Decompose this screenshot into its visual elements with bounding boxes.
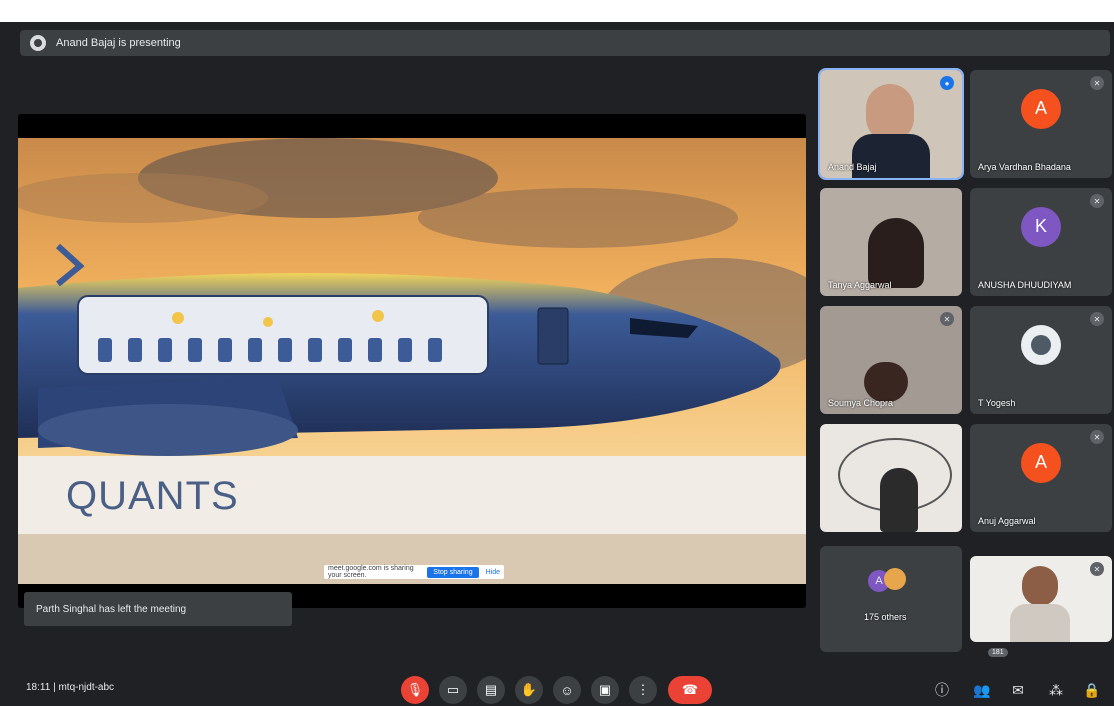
toast-text: Parth Singhal has left the meeting xyxy=(36,603,187,615)
participant-name: Soumya Chopra xyxy=(828,398,894,408)
participant-video xyxy=(864,362,908,402)
others-count: 175 others xyxy=(864,612,907,622)
present-button[interactable]: ▣ xyxy=(591,676,619,704)
captions-icon: ▤ xyxy=(484,682,498,697)
meeting-info: 18:11 | mtq-njdt-abc xyxy=(26,682,114,693)
stop-sharing-button[interactable]: Stop sharing xyxy=(427,566,479,578)
screen-share-bar: meet.google.com is sharing your screen. … xyxy=(324,565,504,579)
participant-tile[interactable]: Tanya Aggarwal xyxy=(820,188,962,296)
participant-video xyxy=(880,468,918,532)
avatar-photo xyxy=(1031,334,1051,355)
presenter-icon xyxy=(30,35,46,51)
participant-name: Arya Vardhan Bhadana xyxy=(978,162,1071,172)
participant-count-badge: 181 xyxy=(988,648,1008,657)
mic-off-icon: ✕ xyxy=(1090,562,1104,576)
participant-tile[interactable]: ✕ A Anuj Aggarwal xyxy=(970,424,1112,532)
presentation-slide: QUANTS xyxy=(18,138,806,584)
mic-off-icon: ✕ xyxy=(1090,76,1104,90)
meeting-time: 18:11 xyxy=(26,682,51,693)
present-icon: ▣ xyxy=(598,682,612,697)
lock-icon: 🔒 xyxy=(1083,681,1101,698)
avatar xyxy=(884,568,906,590)
mic-off-icon: ✕ xyxy=(940,312,954,326)
raise-hand-icon: ✋ xyxy=(520,682,538,697)
mic-off-icon: 🎙 xyxy=(406,682,424,697)
speaking-icon: ● xyxy=(940,76,954,90)
mic-off-icon: ✕ xyxy=(1090,312,1104,326)
captions-button[interactable]: ▤ xyxy=(477,676,505,704)
avatar xyxy=(1021,324,1061,365)
activities-icon: ⁂ xyxy=(1049,681,1063,698)
participant-tile[interactable]: ✕ K ANUSHA DHUUDIYAM xyxy=(970,188,1112,296)
activities-button[interactable]: ⁂ xyxy=(1046,680,1066,700)
presenting-text: Anand Bajaj is presenting xyxy=(56,37,181,49)
end-call-button[interactable]: ☎ xyxy=(668,676,712,704)
more-options-button[interactable]: ⋮ xyxy=(629,676,657,704)
mic-toggle-button[interactable]: 🎙 xyxy=(401,676,429,704)
raise-hand-button[interactable]: ✋ xyxy=(515,676,543,704)
meeting-code: mtq-njdt-abc xyxy=(58,682,115,693)
emoji-button[interactable]: ☺ xyxy=(553,676,581,704)
people-button[interactable]: 👥 xyxy=(972,680,992,700)
camera-icon: ▭ xyxy=(446,682,460,697)
end-call-icon: ☎ xyxy=(681,682,699,697)
bottom-control-bar: 18:11 | mtq-njdt-abc 🎙 ▭ ▤ ✋ ☺ ▣ ⋮ ☎ ⓘ 👥… xyxy=(0,652,1114,706)
participant-shirt xyxy=(1010,604,1070,642)
participant-tile[interactable]: ✕ A Arya Vardhan Bhadana xyxy=(970,70,1112,178)
info-icon: ⓘ xyxy=(935,682,949,698)
participant-tile[interactable]: ✕ T Yogesh xyxy=(970,306,1112,414)
mic-off-icon: ✕ xyxy=(1090,430,1104,444)
participant-video xyxy=(1022,566,1058,606)
avatar: A xyxy=(1021,88,1061,129)
participant-tile[interactable] xyxy=(820,424,962,532)
avatar: K xyxy=(1021,206,1061,247)
share-message: meet.google.com is sharing your screen. xyxy=(328,565,414,579)
emoji-icon: ☺ xyxy=(560,682,574,698)
participant-tile[interactable]: ● Anand Bajaj xyxy=(818,68,964,180)
chat-button[interactable]: ✉ xyxy=(1008,680,1028,700)
avatar: A xyxy=(1021,442,1061,483)
participant-name: ANUSHA DHUUDIYAM xyxy=(978,280,1072,290)
camera-toggle-button[interactable]: ▭ xyxy=(439,676,467,704)
participant-name: Anand Bajaj xyxy=(828,162,877,172)
participant-name: Anuj Aggarwal xyxy=(978,516,1036,526)
people-icon: 👥 xyxy=(973,681,991,698)
left-meeting-toast: Parth Singhal has left the meeting xyxy=(24,592,292,626)
participant-video xyxy=(868,218,924,288)
participant-name: T Yogesh xyxy=(978,398,1016,408)
more-icon: ⋮ xyxy=(636,682,650,697)
participant-tile[interactable]: ✕ Soumya Chopra xyxy=(820,306,962,414)
participant-name: Tanya Aggarwal xyxy=(828,280,892,290)
chat-icon: ✉ xyxy=(1012,681,1024,698)
slide-title: QUANTS xyxy=(66,474,239,518)
host-controls-button[interactable]: 🔒 xyxy=(1082,680,1102,700)
others-tile[interactable]: A 175 others xyxy=(820,546,962,652)
presentation-screen: QUANTS meet.google.com is sharing your s… xyxy=(18,114,806,608)
mic-off-icon: ✕ xyxy=(1090,194,1104,208)
participant-tile[interactable]: ✕ xyxy=(970,556,1112,642)
browser-top-strip xyxy=(0,0,1114,22)
meeting-details-button[interactable]: ⓘ xyxy=(932,680,952,700)
presenting-banner: Anand Bajaj is presenting xyxy=(20,30,1110,56)
hide-button[interactable]: Hide xyxy=(482,569,504,576)
